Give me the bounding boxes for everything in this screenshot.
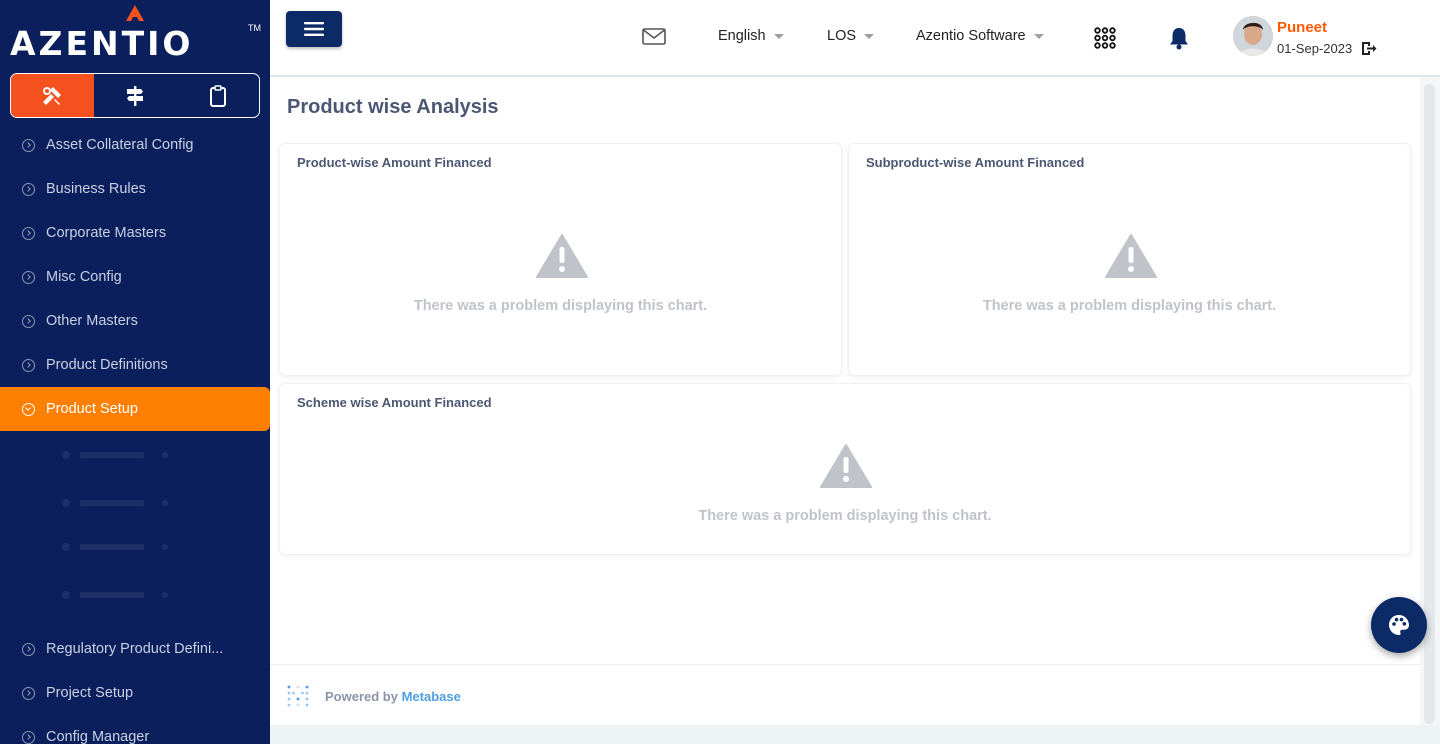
submenu-item-placeholder[interactable] <box>62 539 182 555</box>
palette-icon <box>1389 615 1409 635</box>
user-photo-icon <box>1233 16 1273 56</box>
sidebar-item-misc-config[interactable]: Misc Config <box>0 255 270 299</box>
chevron-right-icon <box>22 182 35 196</box>
menu-toggle-button[interactable] <box>286 11 342 47</box>
chart-error-message: There was a problem displaying this char… <box>413 298 708 314</box>
chart-error-message: There was a problem displaying this char… <box>982 298 1277 314</box>
chevron-right-icon <box>22 314 35 328</box>
chevron-right-icon <box>22 642 35 656</box>
user-name: Puneet <box>1277 19 1328 36</box>
sidebar-item-corporate-masters[interactable]: Corporate Masters <box>0 211 270 255</box>
sidebar-item-label: Asset Collateral Config <box>46 137 194 153</box>
hamburger-icon <box>304 22 324 36</box>
chevron-right-icon <box>22 730 35 744</box>
chevron-right-icon <box>22 358 35 372</box>
sidebar-item-label: Misc Config <box>46 269 122 285</box>
page-title: Product wise Analysis <box>287 96 499 118</box>
dashboard-content: Product wise Analysis Product-wise Amoun… <box>270 77 1420 725</box>
sidebar-item-label: Other Masters <box>46 313 138 329</box>
mail-icon[interactable] <box>642 27 666 47</box>
chart-card-product-wise[interactable]: Product-wise Amount Financed There was a… <box>279 143 842 376</box>
metabase-link[interactable]: Metabase <box>402 689 461 704</box>
trademark: TM <box>248 23 261 33</box>
sidebar-item-label: Business Rules <box>46 181 146 197</box>
bell-icon[interactable] <box>1168 26 1190 50</box>
brand-name: AZENTIO <box>10 24 194 63</box>
warning-icon <box>536 234 588 278</box>
sidebar-item-config-manager[interactable]: Config Manager <box>0 715 270 744</box>
language-value: English <box>718 28 766 44</box>
module-dropdown[interactable]: LOS <box>827 28 875 44</box>
chevron-right-icon <box>22 138 35 152</box>
sidebar-tool-tabs <box>10 73 260 118</box>
caret-down-icon <box>1033 33 1044 39</box>
warning-icon <box>820 444 872 488</box>
sidebar-item-label: Config Manager <box>46 729 150 744</box>
sidebar-item-project-setup[interactable]: Project Setup <box>0 671 270 715</box>
card-title: Subproduct-wise Amount Financed <box>866 155 1085 170</box>
powered-by-text: Powered by Metabase <box>325 689 461 704</box>
language-dropdown[interactable]: English <box>718 28 784 44</box>
company-value: Azentio Software <box>916 28 1026 44</box>
user-date: 01-Sep-2023 <box>1277 41 1353 56</box>
tools-icon <box>43 86 62 105</box>
theme-palette-button[interactable] <box>1371 597 1427 653</box>
sidebar-item-label: Project Setup <box>46 685 134 701</box>
sidebar-item-other-masters[interactable]: Other Masters <box>0 299 270 343</box>
sidebar-item-label: Corporate Masters <box>46 225 167 241</box>
caret-down-icon <box>773 33 784 39</box>
apps-grid-icon[interactable] <box>1094 27 1116 49</box>
card-title: Scheme wise Amount Financed <box>297 395 492 410</box>
powered-by-prefix: Powered by <box>325 689 398 704</box>
sidebar-item-product-setup[interactable]: Product Setup <box>0 387 270 431</box>
azentio-logo[interactable]: AZENTIO TM <box>10 0 265 70</box>
sidebar-item-label: Product Setup <box>46 401 138 417</box>
sidebar: AZENTIO TM Asset Collateral Config Busin… <box>0 0 270 744</box>
chevron-right-icon <box>22 686 35 700</box>
logo-mark-icon <box>126 5 144 21</box>
submenu-item-placeholder[interactable] <box>62 495 182 511</box>
clipboard-icon <box>209 84 226 107</box>
tab-clipboard[interactable] <box>176 74 259 117</box>
sidebar-item-asset-collateral-config[interactable]: Asset Collateral Config <box>0 123 270 167</box>
caret-down-icon <box>864 33 875 39</box>
card-title: Product-wise Amount Financed <box>297 155 492 170</box>
sidebar-item-business-rules[interactable]: Business Rules <box>0 167 270 211</box>
metabase-logo-icon <box>287 685 309 707</box>
sidebar-item-regulatory-product-definitions[interactable]: Regulatory Product Defini... <box>0 627 270 671</box>
tab-signpost[interactable] <box>94 74 177 117</box>
chevron-down-icon <box>22 402 35 416</box>
sidebar-item-label: Regulatory Product Defini... <box>46 641 224 657</box>
sidebar-item-product-definitions[interactable]: Product Definitions <box>0 343 270 387</box>
chevron-right-icon <box>22 226 35 240</box>
submenu-item-placeholder[interactable] <box>62 587 182 603</box>
signpost-icon <box>127 85 143 106</box>
sidebar-item-label: Product Definitions <box>46 357 168 373</box>
chart-card-subproduct-wise[interactable]: Subproduct-wise Amount Financed There wa… <box>848 143 1411 376</box>
submenu-item-placeholder[interactable] <box>62 447 182 463</box>
module-value: LOS <box>827 28 857 44</box>
tab-tools[interactable] <box>11 74 94 117</box>
top-header: English LOS Azentio Software Puneet 01-S… <box>270 0 1440 76</box>
company-dropdown[interactable]: Azentio Software <box>916 28 1044 44</box>
metabase-footer: Powered by Metabase <box>270 664 1420 725</box>
chart-card-scheme-wise[interactable]: Scheme wise Amount Financed There was a … <box>279 383 1411 555</box>
logout-icon[interactable] <box>1361 41 1377 56</box>
chevron-right-icon <box>22 270 35 284</box>
warning-icon <box>1105 234 1157 278</box>
chart-error-message: There was a problem displaying this char… <box>698 508 992 524</box>
avatar[interactable] <box>1233 16 1273 56</box>
